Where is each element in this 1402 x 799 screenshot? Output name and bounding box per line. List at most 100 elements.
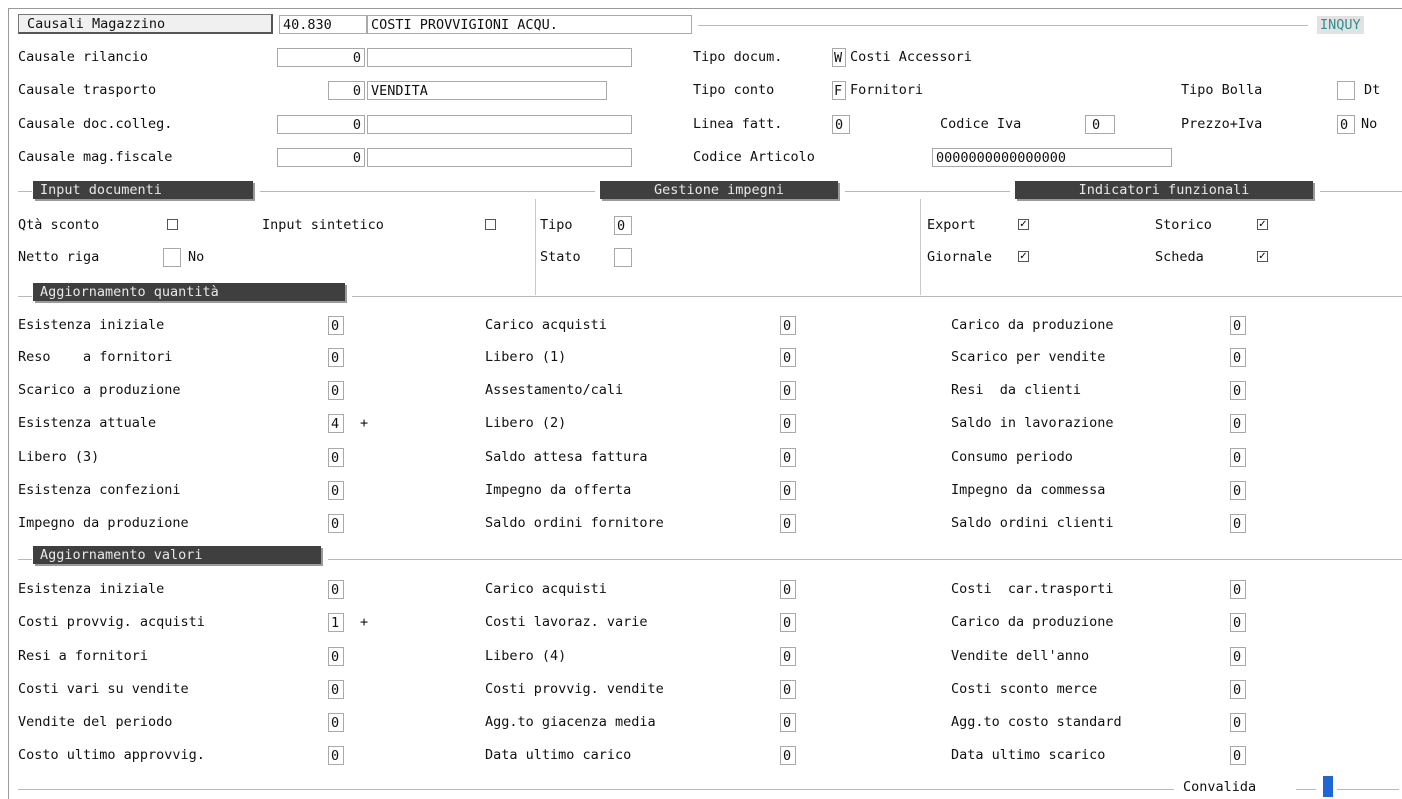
q-c2-field[interactable]: 0 bbox=[780, 316, 796, 335]
v-c2-field[interactable]: 0 bbox=[780, 580, 796, 599]
title-rule bbox=[698, 25, 1308, 26]
q-c1-label: Esistenza iniziale bbox=[18, 317, 165, 333]
v-c1-field[interactable]: 0 bbox=[328, 580, 344, 599]
input-sintetico-checkbox[interactable] bbox=[485, 219, 496, 230]
q-c2-field[interactable]: 0 bbox=[780, 348, 796, 367]
q-c3-field[interactable]: 0 bbox=[1230, 414, 1246, 433]
q-c1-label: Esistenza attuale bbox=[18, 415, 157, 431]
codice-articolo-label: Codice Articolo bbox=[693, 149, 815, 165]
mode-indicator: INQUY bbox=[1317, 16, 1364, 34]
q-c1-field[interactable]: 4 bbox=[328, 414, 344, 433]
q-c3-field[interactable]: 0 bbox=[1230, 481, 1246, 500]
q-c3-label: Consumo periodo bbox=[951, 449, 1073, 465]
q-c3-field[interactable]: 0 bbox=[1230, 514, 1246, 533]
causale-rilancio-code[interactable]: 0 bbox=[277, 48, 365, 67]
codice-iva-field[interactable]: 0 bbox=[1085, 115, 1115, 134]
causale-mag-fiscale-label: Causale mag.fiscale bbox=[18, 149, 173, 165]
q-c3-label: Resi da clienti bbox=[951, 382, 1082, 398]
header-aggiornamento-quantita: Aggiornamento quantità bbox=[33, 283, 345, 301]
q-c1-field[interactable]: 0 bbox=[328, 381, 344, 400]
causale-trasporto-desc[interactable]: VENDITA bbox=[367, 81, 607, 100]
causale-description-field[interactable]: COSTI PROVVIGIONI ACQU. bbox=[367, 15, 692, 34]
v-c2-label: Agg.to giacenza media bbox=[485, 714, 656, 730]
convalida-label: Convalida bbox=[1183, 779, 1257, 795]
v-c3-field[interactable]: 0 bbox=[1230, 713, 1246, 732]
q-c2-label: Libero (2) bbox=[485, 415, 567, 431]
causale-rilancio-desc[interactable] bbox=[367, 48, 632, 67]
v-c2-field[interactable]: 0 bbox=[780, 680, 796, 699]
q-c1-label: Esistenza confezioni bbox=[18, 482, 181, 498]
causale-trasporto-code[interactable]: 0 bbox=[328, 81, 365, 100]
impegni-stato-label: Stato bbox=[540, 249, 581, 265]
q-c1-sign: + bbox=[360, 415, 369, 431]
causale-doc-colleg-label: Causale doc.colleg. bbox=[18, 116, 173, 132]
impegni-stato-field[interactable] bbox=[614, 248, 632, 267]
q-c1-field[interactable]: 0 bbox=[328, 316, 344, 335]
causale-doc-colleg-desc[interactable] bbox=[367, 115, 632, 134]
giornale-checkbox[interactable]: ✓ bbox=[1018, 251, 1029, 262]
q-c3-field[interactable]: 0 bbox=[1230, 381, 1246, 400]
storico-checkbox[interactable]: ✓ bbox=[1257, 219, 1268, 230]
q-c1-field[interactable]: 0 bbox=[328, 448, 344, 467]
v-c2-field[interactable]: 0 bbox=[780, 613, 796, 632]
v-c3-field[interactable]: 0 bbox=[1230, 580, 1246, 599]
q-c3-field[interactable]: 0 bbox=[1230, 448, 1246, 467]
netto-riga-field[interactable] bbox=[163, 248, 181, 267]
qta-sconto-checkbox[interactable] bbox=[167, 219, 178, 230]
tipo-bolla-field[interactable] bbox=[1337, 81, 1355, 100]
v-c1-field[interactable]: 0 bbox=[328, 647, 344, 666]
q-c2-label: Carico acquisti bbox=[485, 317, 607, 333]
q-c3-field[interactable]: 0 bbox=[1230, 348, 1246, 367]
v-c1-field[interactable]: 0 bbox=[328, 746, 344, 765]
v-c1-label: Vendite del periodo bbox=[18, 714, 173, 730]
linea-fatt-field[interactable]: 0 bbox=[832, 115, 850, 134]
tipo-docum-field[interactable]: W bbox=[832, 48, 846, 67]
rule-mid-1 bbox=[260, 191, 595, 192]
impegni-tipo-field[interactable]: 0 bbox=[614, 216, 632, 235]
q-c2-field[interactable]: 0 bbox=[780, 448, 796, 467]
v-c1-field[interactable]: 0 bbox=[328, 713, 344, 732]
q-c3-field[interactable]: 0 bbox=[1230, 316, 1246, 335]
scheda-checkbox[interactable]: ✓ bbox=[1257, 251, 1268, 262]
causale-mag-fiscale-code[interactable]: 0 bbox=[277, 148, 365, 167]
section-title-causali: Causali Magazzino bbox=[18, 14, 273, 34]
q-c2-field[interactable]: 0 bbox=[780, 414, 796, 433]
rule-quantita bbox=[352, 296, 1402, 297]
q-c2-field[interactable]: 0 bbox=[780, 514, 796, 533]
v-c2-field[interactable]: 0 bbox=[780, 746, 796, 765]
causale-code-field[interactable]: 40.830 bbox=[279, 15, 367, 34]
causale-trasporto-label: Causale trasporto bbox=[18, 82, 157, 98]
v-c3-field[interactable]: 0 bbox=[1230, 613, 1246, 632]
v-c1-field[interactable]: 1 bbox=[328, 613, 344, 632]
codice-articolo-field[interactable]: 0000000000000000 bbox=[932, 148, 1172, 167]
q-c2-field[interactable]: 0 bbox=[780, 481, 796, 500]
v-c3-field[interactable]: 0 bbox=[1230, 746, 1246, 765]
prezzo-iva-label: Prezzo+Iva bbox=[1181, 116, 1263, 132]
tipo-conto-field[interactable]: F bbox=[832, 81, 846, 100]
v-c3-label: Costi sconto merce bbox=[951, 681, 1098, 697]
export-checkbox[interactable]: ✓ bbox=[1018, 219, 1029, 230]
v-c1-field[interactable]: 0 bbox=[328, 680, 344, 699]
prezzo-iva-field[interactable]: 0 bbox=[1337, 115, 1355, 134]
q-c2-field[interactable]: 0 bbox=[780, 381, 796, 400]
causale-doc-colleg-code[interactable]: 0 bbox=[277, 115, 365, 134]
v-c2-field[interactable]: 0 bbox=[780, 647, 796, 666]
v-c3-field[interactable]: 0 bbox=[1230, 647, 1246, 666]
rule-quantita-left bbox=[18, 296, 32, 297]
impegni-tipo-label: Tipo bbox=[540, 217, 573, 233]
convalida-cursor[interactable] bbox=[1323, 776, 1333, 797]
v-c3-label: Carico da produzione bbox=[951, 614, 1114, 630]
q-c1-field[interactable]: 0 bbox=[328, 481, 344, 500]
v-c2-label: Carico acquisti bbox=[485, 581, 607, 597]
v-c3-label: Data ultimo scarico bbox=[951, 747, 1106, 763]
q-c1-label: Scarico a produzione bbox=[18, 382, 181, 398]
v-c3-field[interactable]: 0 bbox=[1230, 680, 1246, 699]
causale-mag-fiscale-desc[interactable] bbox=[367, 148, 632, 167]
q-c1-field[interactable]: 0 bbox=[328, 514, 344, 533]
q-c3-label: Saldo ordini clienti bbox=[951, 515, 1114, 531]
q-c2-label: Saldo ordini fornitore bbox=[485, 515, 664, 531]
giornale-label: Giornale bbox=[927, 249, 993, 265]
v-c2-field[interactable]: 0 bbox=[780, 713, 796, 732]
q-c1-field[interactable]: 0 bbox=[328, 348, 344, 367]
v-c1-label: Costo ultimo approvvig. bbox=[18, 747, 205, 763]
